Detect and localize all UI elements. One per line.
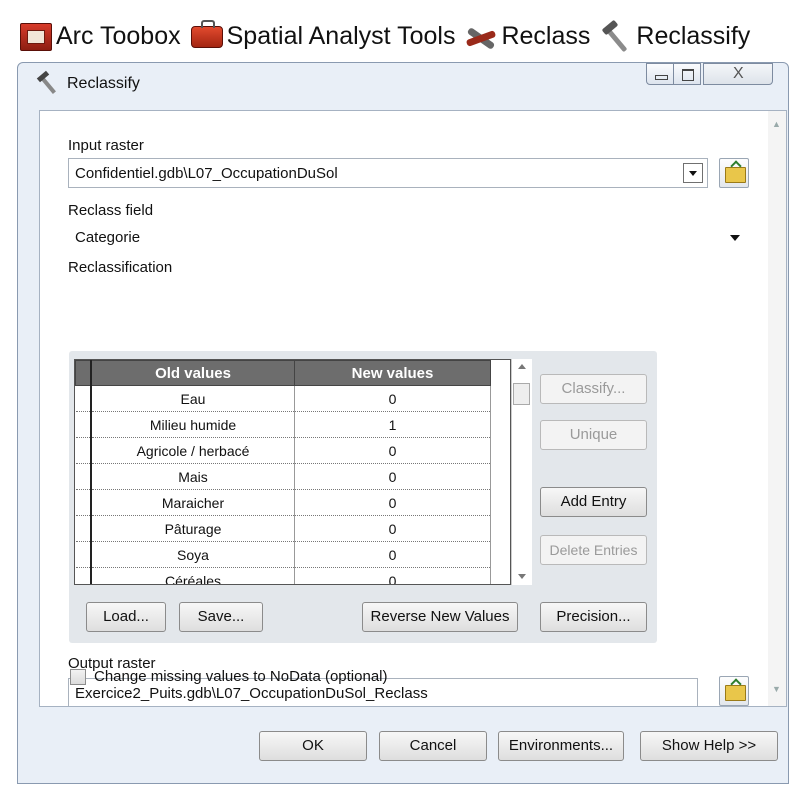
- chevron-down-icon[interactable]: [683, 163, 703, 183]
- breadcrumb-item-reclassify: Reclassify: [636, 21, 751, 50]
- delete-entries-button[interactable]: Delete Entries: [540, 535, 647, 565]
- column-header-new-values[interactable]: New values: [294, 360, 491, 386]
- old-value-cell: Milieu humide: [91, 411, 295, 438]
- input-raster-value: Confidentiel.gdb\L07_OccupationDuSol: [75, 165, 338, 182]
- chevron-down-icon[interactable]: [730, 235, 740, 241]
- scroll-thumb[interactable]: [513, 383, 530, 405]
- table-row[interactable]: Pâturage 0: [75, 515, 491, 542]
- scroll-down-icon[interactable]: ▼: [772, 684, 781, 694]
- dialog-content: ▲ ▼ Input raster Confidentiel.gdb\L07_Oc…: [39, 110, 787, 707]
- table-row[interactable]: Soya 0: [75, 541, 491, 568]
- unique-button[interactable]: Unique: [540, 420, 647, 450]
- new-value-cell[interactable]: 0: [294, 541, 491, 568]
- breadcrumb-item-spatial-analyst: Spatial Analyst Tools: [226, 21, 456, 50]
- old-value-cell: Eau: [91, 385, 295, 412]
- output-raster-value: Exercice2_Puits.gdb\L07_OccupationDuSol_…: [75, 685, 428, 702]
- window-title: Reclassify: [67, 75, 140, 92]
- scroll-down-icon[interactable]: [518, 574, 526, 579]
- scroll-up-icon[interactable]: ▲: [772, 119, 781, 129]
- reclassification-group: Old values New values Eau 0 Milieu humide…: [69, 351, 657, 643]
- table-row[interactable]: Céréales 0: [75, 567, 491, 584]
- breadcrumb-item-arctoolbox: Arc Toobox: [56, 21, 181, 50]
- maximize-button[interactable]: [673, 63, 701, 85]
- title-bar[interactable]: Reclassify X: [18, 63, 788, 111]
- reclass-field-dropdown[interactable]: Categorie: [68, 222, 749, 252]
- ok-button[interactable]: OK: [259, 731, 367, 761]
- reclass-table[interactable]: Old values New values Eau 0 Milieu humide…: [74, 359, 511, 585]
- old-value-cell: Agricole / herbacé: [91, 437, 295, 464]
- minimize-button[interactable]: [646, 63, 674, 85]
- close-button[interactable]: X: [703, 63, 773, 85]
- column-header-old-values[interactable]: Old values: [90, 360, 295, 386]
- precision-button[interactable]: Precision...: [540, 602, 647, 632]
- old-value-cell: Soya: [91, 541, 295, 568]
- reverse-new-values-button[interactable]: Reverse New Values: [362, 602, 518, 632]
- input-raster-combo[interactable]: Confidentiel.gdb\L07_OccupationDuSol: [68, 158, 708, 188]
- old-value-cell: Céréales: [91, 567, 295, 584]
- new-value-cell[interactable]: 0: [294, 489, 491, 516]
- table-row[interactable]: Eau 0: [75, 385, 491, 412]
- tool-hammer-icon: [36, 73, 58, 95]
- show-help-button[interactable]: Show Help >>: [640, 731, 778, 761]
- new-value-cell[interactable]: 1: [294, 411, 491, 438]
- output-raster-browse-button[interactable]: [719, 676, 749, 706]
- input-raster-label: Input raster: [68, 137, 144, 154]
- old-value-cell: Mais: [91, 463, 295, 490]
- dialog-scrollbar[interactable]: ▲ ▼: [768, 111, 786, 706]
- toolset-icon: [463, 20, 497, 52]
- missing-nodata-checkbox[interactable]: [70, 669, 86, 685]
- old-value-cell: Pâturage: [91, 515, 295, 542]
- breadcrumb: Arc Toobox Spatial Analyst Tools Reclass…: [18, 18, 758, 54]
- tool-hammer-icon: [598, 20, 632, 52]
- reclassify-dialog: Reclassify X ▲ ▼ Input raster Confidenti…: [17, 62, 789, 784]
- breadcrumb-item-reclass: Reclass: [501, 21, 591, 50]
- environments-button[interactable]: Environments...: [498, 731, 624, 761]
- new-value-cell[interactable]: 0: [294, 463, 491, 490]
- missing-nodata-label: Change missing values to NoData (optiona…: [94, 668, 388, 685]
- scroll-up-icon[interactable]: [518, 364, 526, 369]
- maximize-icon: [682, 69, 694, 81]
- add-entry-button[interactable]: Add Entry: [540, 487, 647, 517]
- old-value-cell: Maraicher: [91, 489, 295, 516]
- table-row[interactable]: Milieu humide 1: [75, 411, 491, 438]
- save-button[interactable]: Save...: [179, 602, 263, 632]
- table-row[interactable]: Mais 0: [75, 463, 491, 490]
- reclassification-label: Reclassification: [68, 259, 173, 276]
- new-value-cell[interactable]: 0: [294, 567, 491, 584]
- classify-button[interactable]: Classify...: [540, 374, 647, 404]
- close-icon: X: [733, 65, 744, 82]
- table-row[interactable]: Maraicher 0: [75, 489, 491, 516]
- input-raster-browse-button[interactable]: [719, 158, 749, 188]
- new-value-cell[interactable]: 0: [294, 437, 491, 464]
- toolbox-icon: [189, 20, 223, 52]
- minimize-icon: [655, 75, 668, 80]
- new-value-cell[interactable]: 0: [294, 515, 491, 542]
- load-button[interactable]: Load...: [86, 602, 166, 632]
- reclass-field-value: Categorie: [75, 229, 141, 246]
- cancel-button[interactable]: Cancel: [379, 731, 487, 761]
- new-value-cell[interactable]: 0: [294, 385, 491, 412]
- arctoolbox-icon: [18, 20, 52, 52]
- table-scrollbar[interactable]: [511, 359, 532, 585]
- reclass-field-label: Reclass field: [68, 202, 154, 219]
- table-row[interactable]: Agricole / herbacé 0: [75, 437, 491, 464]
